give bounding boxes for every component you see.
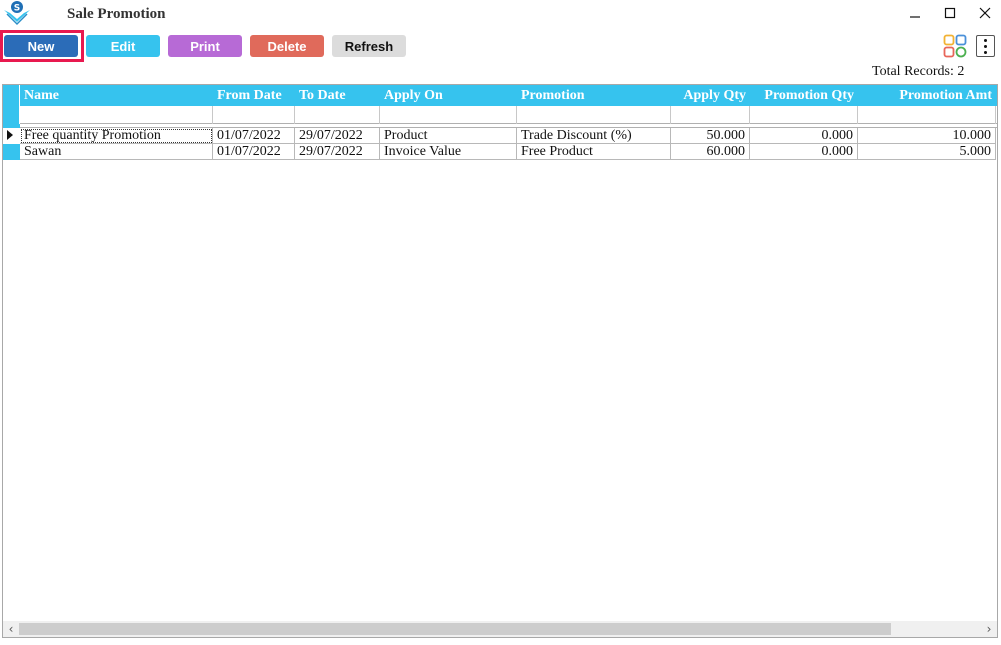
filter-cell-name[interactable] <box>20 106 213 124</box>
close-button[interactable] <box>971 3 999 23</box>
cell-name[interactable]: Sawan <box>20 144 213 160</box>
more-vertical-icon <box>984 38 987 42</box>
delete-button[interactable]: Delete <box>250 35 324 57</box>
cell-apply-qty[interactable]: 60.000 <box>671 144 750 160</box>
cell-name[interactable]: Free quantity Promotion <box>20 128 213 144</box>
filter-cell-to-date[interactable] <box>295 106 380 124</box>
maximize-icon <box>944 7 956 19</box>
filter-cell-promotion-qty[interactable] <box>750 106 858 124</box>
sale-promotion-window: S Sale Promotion New Edit Print Delete R… <box>0 0 1001 645</box>
cell-promotion-amt[interactable]: 5.000 <box>858 144 996 160</box>
column-header-apply-qty[interactable]: Apply Qty <box>671 85 750 106</box>
cell-promotion-qty[interactable]: 0.000 <box>750 128 858 144</box>
current-row-arrow-icon <box>7 130 13 140</box>
scroll-right-icon[interactable]: › <box>981 621 997 637</box>
more-dot <box>984 50 987 54</box>
refresh-button[interactable]: Refresh <box>332 35 406 57</box>
edit-button[interactable]: Edit <box>86 35 160 57</box>
cell-apply-on[interactable]: Invoice Value <box>380 144 517 160</box>
filter-cell-apply-on[interactable] <box>380 106 517 124</box>
scroll-left-icon[interactable]: ‹ <box>3 621 19 637</box>
horizontal-scrollbar[interactable]: ‹ › <box>3 621 997 637</box>
cell-promotion[interactable]: Trade Discount (%) <box>517 128 671 144</box>
column-header-apply-on[interactable]: Apply On <box>380 85 517 106</box>
grid-filter-row <box>3 106 997 124</box>
filter-cell-promotion-amt[interactable] <box>858 106 996 124</box>
filter-cell-apply-qty[interactable] <box>671 106 750 124</box>
filter-cell-from-date[interactable] <box>213 106 295 124</box>
cell-promotion[interactable]: Free Product <box>517 144 671 160</box>
column-header-to-date[interactable]: To Date <box>295 85 380 106</box>
cell-apply-on[interactable]: Product <box>380 128 517 144</box>
app-logo-icon: S <box>4 1 30 26</box>
more-dot <box>984 44 987 48</box>
row-selector[interactable] <box>3 144 20 160</box>
column-header-promotion-qty[interactable]: Promotion Qty <box>750 85 858 106</box>
cell-promotion-amt[interactable]: 10.000 <box>858 128 996 144</box>
grid-header-row: Name From Date To Date Apply On Promotio… <box>3 85 997 106</box>
cell-promotion-qty[interactable]: 0.000 <box>750 144 858 160</box>
column-header-promotion[interactable]: Promotion <box>517 85 671 106</box>
maximize-button[interactable] <box>936 3 964 23</box>
column-header-from-date[interactable]: From Date <box>213 85 295 106</box>
close-icon <box>979 7 991 19</box>
filter-row-selector <box>3 106 20 124</box>
cell-from-date[interactable]: 01/07/2022 <box>213 128 295 144</box>
column-header-name[interactable]: Name <box>20 85 213 106</box>
row-selector[interactable] <box>3 128 20 144</box>
window-title: Sale Promotion <box>67 6 166 22</box>
minimize-icon <box>910 16 920 18</box>
filter-cell-promotion[interactable] <box>517 106 671 124</box>
layout-grid-icon[interactable] <box>943 34 967 58</box>
print-button[interactable]: Print <box>168 35 242 57</box>
cell-from-date[interactable]: 01/07/2022 <box>213 144 295 160</box>
table-row[interactable]: Free quantity Promotion 01/07/2022 29/07… <box>3 128 997 144</box>
column-header-promotion-amt[interactable]: Promotion Amt <box>858 85 996 106</box>
table-row[interactable]: Sawan 01/07/2022 29/07/2022 Invoice Valu… <box>3 144 997 160</box>
promotion-grid: Name From Date To Date Apply On Promotio… <box>2 84 998 638</box>
minimize-button[interactable] <box>901 3 929 23</box>
scrollbar-thumb[interactable] <box>19 623 891 635</box>
new-button[interactable]: New <box>4 35 78 57</box>
row-selector-header <box>3 85 20 106</box>
more-options-button[interactable] <box>976 35 995 57</box>
cell-apply-qty[interactable]: 50.000 <box>671 128 750 144</box>
cell-to-date[interactable]: 29/07/2022 <box>295 144 380 160</box>
cell-to-date[interactable]: 29/07/2022 <box>295 128 380 144</box>
total-records-label: Total Records: 2 <box>872 64 965 79</box>
title-bar: S Sale Promotion <box>0 0 1001 30</box>
svg-text:S: S <box>14 4 20 14</box>
